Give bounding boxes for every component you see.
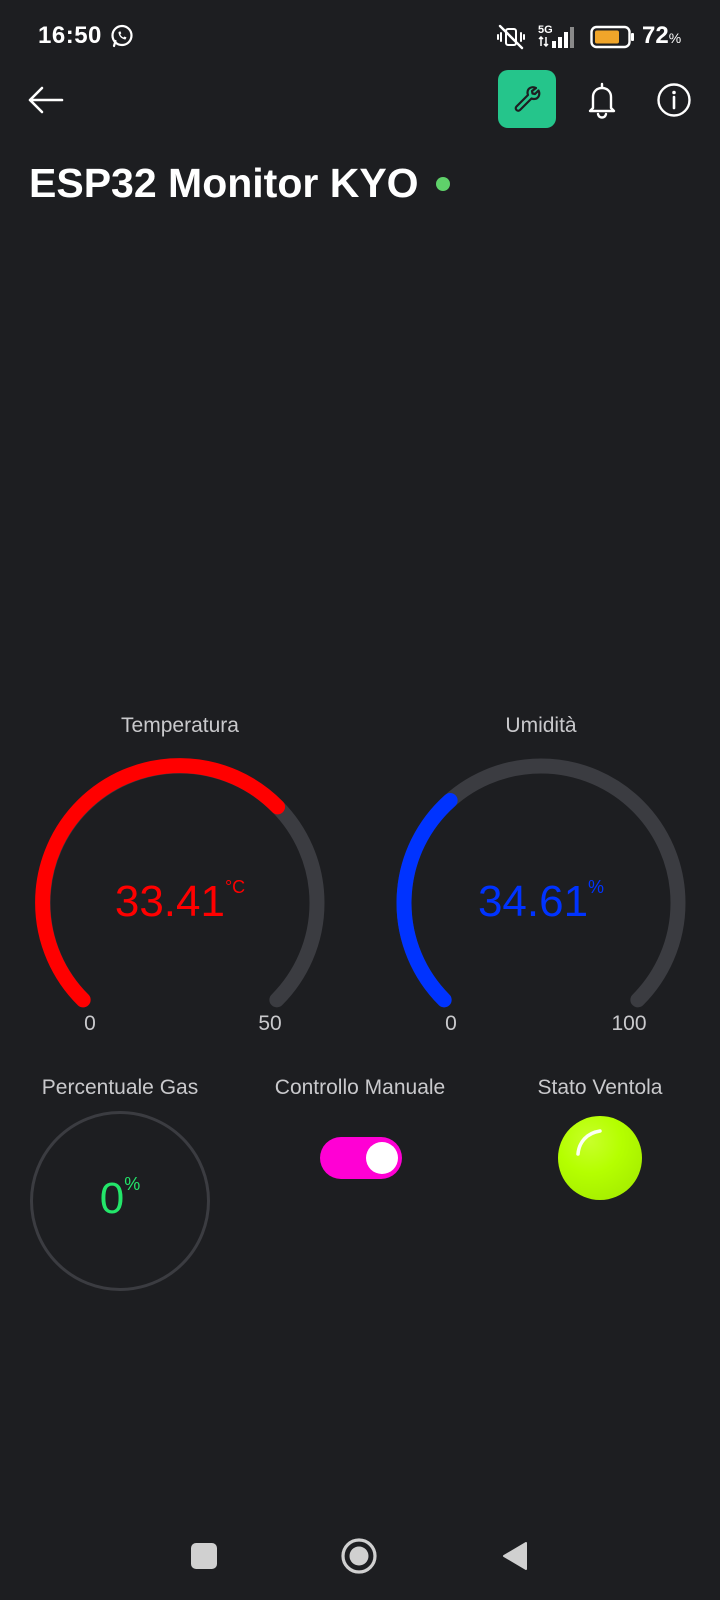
signal-icon: 5G [538,24,574,48]
recents-square-icon[interactable] [191,1543,217,1569]
settings-wrench-button[interactable] [498,70,556,128]
gas-label: Percentuale Gas [41,1076,199,1099]
manual-control-label: Controllo Manuale [274,1076,446,1099]
temperature-label: Temperatura [121,714,239,737]
humidity-max: 100 [611,1012,647,1035]
gas-value: 0% [30,1174,210,1224]
device-title: ESP32 Monitor KYO [29,160,419,206]
temperature-value: 33.41°C [30,877,330,927]
battery-value: 72 [642,22,669,49]
home-circle-icon[interactable] [340,1537,378,1575]
status-time: 16:50 [38,22,102,49]
fan-status-label: Stato Ventola [537,1076,663,1099]
humidity-value: 34.61% [391,877,691,927]
temperature-number: 33.41 [114,877,225,926]
humidity-label: Umidità [505,714,577,737]
whatsapp-icon [111,24,133,48]
led-shine [576,1129,602,1156]
humidity-number: 34.61 [477,877,589,926]
wrench-icon [514,86,541,112]
battery-icon [590,25,634,49]
gas-number: 0 [99,1174,125,1223]
battery-percentage: 72% [642,22,681,50]
gas-unit: % [124,1174,141,1194]
humidity-unit: % [588,877,605,897]
humidity-min: 0 [445,1012,457,1035]
bell-icon[interactable] [584,80,620,120]
network-type: 5G [538,24,553,36]
temperature-max: 50 [258,1012,282,1035]
battery-unit: % [668,30,682,46]
temperature-unit: °C [224,877,246,897]
mute-icon [497,24,525,50]
online-status-dot [436,177,450,191]
temperature-min: 0 [84,1012,96,1035]
info-icon[interactable] [656,82,692,118]
back-arrow-icon[interactable] [22,80,70,120]
toggle-knob [366,1142,398,1174]
manual-control-toggle[interactable] [320,1137,402,1179]
back-triangle-icon[interactable] [500,1540,530,1572]
